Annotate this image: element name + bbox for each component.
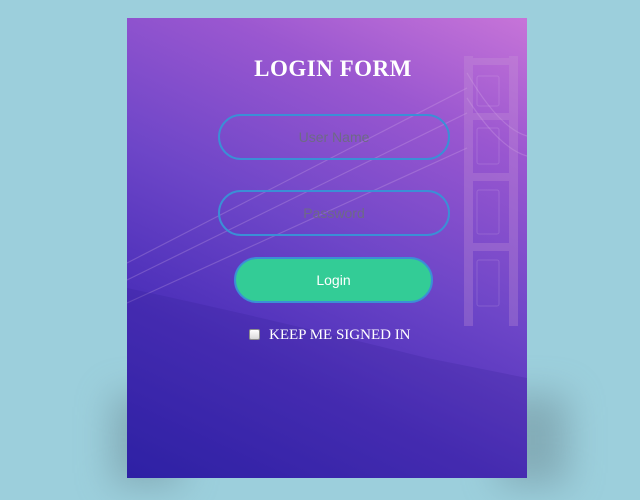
- bridge-background-image: [127, 56, 527, 478]
- login-card: LOGIN FORM Login KEEP ME SIGNED IN: [127, 18, 527, 478]
- password-input[interactable]: [218, 190, 450, 236]
- login-button[interactable]: Login: [234, 257, 433, 303]
- keep-signed-in-checkbox[interactable]: [249, 328, 260, 340]
- remember-me-row: KEEP ME SIGNED IN: [249, 325, 411, 345]
- username-input[interactable]: [218, 114, 450, 160]
- page: LOGIN FORM Login KEEP ME SIGNED IN: [0, 0, 640, 500]
- keep-signed-in-label[interactable]: KEEP ME SIGNED IN: [269, 327, 411, 344]
- form-title: LOGIN FORM: [254, 56, 412, 81]
